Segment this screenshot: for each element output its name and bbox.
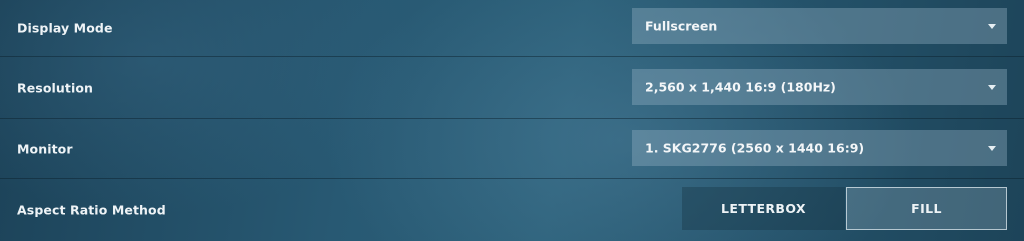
resolution-label: Resolution — [17, 80, 94, 95]
setting-row-monitor: Monitor 1. SKG2776 (2560 x 1440 16:9) — [0, 119, 1024, 179]
display-mode-dropdown[interactable]: Fullscreen — [632, 8, 1007, 44]
setting-row-aspect-ratio-method: Aspect Ratio Method LETTERBOX FILL — [0, 179, 1024, 241]
chevron-down-icon — [988, 24, 996, 29]
chevron-down-icon — [988, 85, 996, 90]
display-mode-value: Fullscreen — [645, 18, 718, 34]
display-mode-label: Display Mode — [17, 20, 113, 36]
monitor-label: Monitor — [17, 141, 73, 156]
aspect-ratio-method-toggle: LETTERBOX FILL — [682, 187, 1007, 230]
aspect-ratio-method-label: Aspect Ratio Method — [17, 202, 166, 218]
monitor-dropdown[interactable]: 1. SKG2776 (2560 x 1440 16:9) — [632, 130, 1007, 166]
resolution-value: 2,560 x 1,440 16:9 (180Hz) — [645, 79, 836, 95]
resolution-dropdown[interactable]: 2,560 x 1,440 16:9 (180Hz) — [632, 69, 1007, 105]
letterbox-option-button[interactable]: LETTERBOX — [682, 187, 845, 230]
setting-row-display-mode: Display Mode Fullscreen — [0, 0, 1024, 57]
video-settings-panel: Display Mode Fullscreen Resolution 2,560… — [0, 0, 1024, 241]
monitor-value: 1. SKG2776 (2560 x 1440 16:9) — [645, 140, 865, 156]
chevron-down-icon — [988, 146, 996, 151]
setting-row-resolution: Resolution 2,560 x 1,440 16:9 (180Hz) — [0, 57, 1024, 119]
fill-option-button[interactable]: FILL — [846, 187, 1007, 230]
